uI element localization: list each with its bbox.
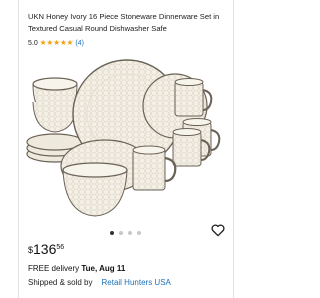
star-icon: ★: [39, 38, 47, 47]
review-count-link[interactable]: (4): [75, 40, 84, 47]
delivery-prefix: FREE delivery: [28, 264, 80, 273]
rating-row[interactable]: 5.0 ★ ★ ★ ★ ★ (4): [28, 38, 84, 48]
star-icon: ★: [59, 38, 67, 47]
product-image[interactable]: [25, 54, 225, 224]
product-title[interactable]: UKN Honey Ivory 16 Piece Stoneware Dinne…: [28, 11, 228, 35]
carousel-dot[interactable]: [136, 231, 141, 235]
carousel-dot[interactable]: [127, 231, 132, 235]
heart-icon[interactable]: [210, 222, 226, 238]
price-cents: 56: [56, 244, 65, 251]
star-icon: ★: [46, 38, 54, 47]
carousel-dot[interactable]: [118, 231, 123, 235]
rating-value: 5.0: [28, 39, 38, 47]
delivery-info: FREE delivery Tue, Aug 11: [28, 264, 125, 273]
seller-link[interactable]: Retail Hunters USA: [102, 278, 171, 287]
carousel-dot[interactable]: [109, 231, 114, 235]
delivery-date: Tue, Aug 11: [81, 264, 126, 273]
star-icon: ★: [53, 38, 60, 47]
star-rating: ★ ★ ★ ★ ★: [40, 39, 74, 47]
shipped-label: Shipped & sold by: [28, 278, 93, 287]
price: $13656: [28, 241, 64, 257]
price-currency: $: [28, 245, 34, 255]
seller-info: Shipped & sold by Retail Hunters USA: [28, 278, 171, 287]
star-icon: ★: [66, 38, 74, 47]
price-dollars: 136: [33, 241, 57, 257]
